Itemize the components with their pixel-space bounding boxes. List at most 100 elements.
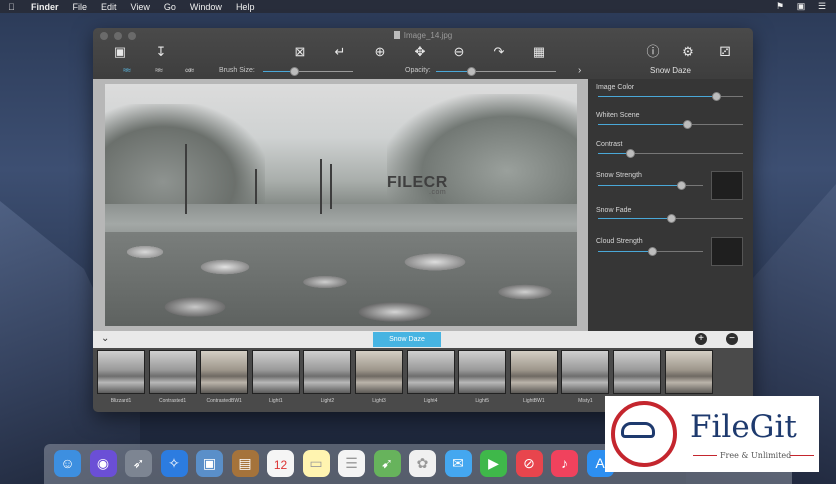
menu-help[interactable]: Help xyxy=(236,2,255,12)
adjustment-knob[interactable] xyxy=(677,181,686,190)
preset-label: Light3 xyxy=(372,398,386,404)
photos-icon[interactable]: ✿ xyxy=(409,450,436,477)
calendar-icon[interactable]: 12 xyxy=(267,450,294,477)
notebook-icon[interactable]: ▤ xyxy=(231,450,259,477)
adjustment-label: Contrast xyxy=(596,141,623,148)
music-icon[interactable]: ♪ xyxy=(551,450,578,477)
brush-size-label: Brush Size: xyxy=(219,67,255,74)
preset-strip-bar: ⌄ Snow Daze + − xyxy=(93,331,753,348)
preview-icon[interactable]: ▣ xyxy=(196,450,223,477)
siri-icon[interactable]: ◉ xyxy=(89,450,117,477)
panel-title: Snow Daze xyxy=(650,66,691,75)
remove-preset-button[interactable]: − xyxy=(726,333,738,345)
display-icon[interactable]: ▣ xyxy=(795,1,807,11)
crop-icon[interactable]: ⊠ xyxy=(291,44,309,60)
chevron-down-icon[interactable]: ⌄ xyxy=(101,333,109,344)
watermark: FILECR .com xyxy=(387,174,448,196)
adjustment-slider[interactable] xyxy=(598,247,703,256)
adjustment-slider[interactable] xyxy=(598,214,743,223)
apple-icon[interactable]:  xyxy=(8,2,17,12)
preset-thumbnail[interactable] xyxy=(509,350,558,394)
brush-size-slider[interactable] xyxy=(263,67,353,76)
preset-thumbnail[interactable] xyxy=(251,350,300,394)
news-icon[interactable]: ⊘ xyxy=(515,450,543,477)
photo-tree xyxy=(330,164,332,209)
image-icon[interactable]: ▣ xyxy=(111,44,129,60)
opacity-slider[interactable] xyxy=(436,67,556,76)
adjustment-knob[interactable] xyxy=(666,214,676,223)
adjustment-fill xyxy=(598,124,688,125)
opacity-knob[interactable] xyxy=(467,67,476,76)
notes-icon[interactable]: ▭ xyxy=(302,450,330,477)
launchpad-icon[interactable]: ➶ xyxy=(125,450,152,477)
adjustment-label: Whiten Scene xyxy=(596,112,640,119)
maps-icon[interactable]: ➹ xyxy=(373,450,401,477)
adjustment-slider[interactable] xyxy=(598,92,743,101)
snow-color-swatch[interactable] xyxy=(711,171,743,200)
erase-brush-icon[interactable]: ≈≈ xyxy=(155,66,177,75)
smudge-brush-icon[interactable]: ∞≈ xyxy=(185,66,207,75)
adjustment-knob[interactable] xyxy=(682,120,692,129)
move-icon[interactable]: ✥ xyxy=(411,44,429,60)
adjustment-label: Snow Strength xyxy=(596,172,642,179)
preset-label: Blizzard1 xyxy=(110,398,132,404)
redo-icon[interactable]: ↷ xyxy=(490,44,508,60)
compare-icon[interactable]: ▦ xyxy=(530,44,548,60)
adjustment-fill xyxy=(598,251,653,252)
brush-size-knob[interactable] xyxy=(289,67,299,76)
preset-label: Light4 xyxy=(423,398,438,404)
preset-label: Light2 xyxy=(320,398,335,404)
preset-thumbnail[interactable] xyxy=(303,350,352,394)
rotate-icon[interactable]: ↵ xyxy=(331,44,349,60)
safari-icon[interactable]: ✧ xyxy=(160,450,188,477)
preset-thumbnail[interactable] xyxy=(97,350,145,394)
adjustment-slider[interactable] xyxy=(598,181,703,190)
preset-thumbnail[interactable] xyxy=(613,350,661,394)
photo-tree xyxy=(185,144,187,214)
preset-label: Light1 xyxy=(268,398,283,404)
menu-file[interactable]: File xyxy=(73,2,88,12)
facetime-icon[interactable]: ▶ xyxy=(480,450,507,477)
zoom-in-icon[interactable]: ⊕ xyxy=(371,44,389,60)
preset-thumbnail[interactable] xyxy=(200,350,249,394)
photo-tree xyxy=(255,169,257,204)
info-icon[interactable]: ⓘ xyxy=(644,44,662,60)
flag-icon[interactable]: ⚑ xyxy=(774,1,786,11)
preset-thumbnail[interactable] xyxy=(561,350,610,394)
adjustment-fill xyxy=(598,185,682,186)
add-preset-button[interactable]: + xyxy=(695,333,707,345)
settings-icon[interactable]: ⚙ xyxy=(679,44,697,60)
toolbar: ▣ ↧ ⊠ ↵ ⊕ ✥ ⊖ ↷ ▦ ⓘ ⚙ ⚂ xyxy=(93,44,753,62)
preset-label: Contrasted1 xyxy=(158,398,187,404)
adjustment-knob[interactable] xyxy=(711,92,721,101)
adjustment-slider[interactable] xyxy=(598,120,743,129)
export-icon[interactable]: ↧ xyxy=(152,44,170,60)
preset-thumbnail[interactable] xyxy=(148,350,197,394)
photo-canvas[interactable]: FILECR .com xyxy=(105,84,577,326)
reminders-icon[interactable]: ☰ xyxy=(338,450,365,477)
cloud-color-swatch[interactable] xyxy=(711,237,743,266)
paint-brush-icon[interactable]: ≈≈ xyxy=(123,66,145,75)
adjustment-knob[interactable] xyxy=(647,247,657,256)
cloud-icon xyxy=(621,422,655,438)
menu-finder[interactable]: Finder xyxy=(31,2,59,12)
preset-thumbnail[interactable] xyxy=(355,350,403,394)
adjustment-slider[interactable] xyxy=(598,149,743,158)
menu-view[interactable]: View xyxy=(131,2,150,12)
finder-icon[interactable]: ☺ xyxy=(54,450,81,477)
preset-label: Light5 xyxy=(475,398,489,404)
share-icon[interactable]: ⚂ xyxy=(716,44,734,60)
zoom-out-icon[interactable]: ⊖ xyxy=(450,44,468,60)
selected-preset[interactable]: Snow Daze xyxy=(373,332,441,347)
adjustment-knob[interactable] xyxy=(626,149,636,158)
preset-thumbnail[interactable] xyxy=(664,350,713,394)
menu-go[interactable]: Go xyxy=(164,2,176,12)
menu-edit[interactable]: Edit xyxy=(101,2,117,12)
preset-thumbnail[interactable] xyxy=(406,350,455,394)
messages-icon[interactable]: ✉ xyxy=(444,450,472,477)
menu-window[interactable]: Window xyxy=(190,2,222,12)
list-icon[interactable]: ☰ xyxy=(816,1,828,11)
preset-thumbnail[interactable] xyxy=(458,350,507,394)
chevron-right-icon[interactable]: › xyxy=(578,65,581,76)
photo-rocks xyxy=(105,232,577,326)
